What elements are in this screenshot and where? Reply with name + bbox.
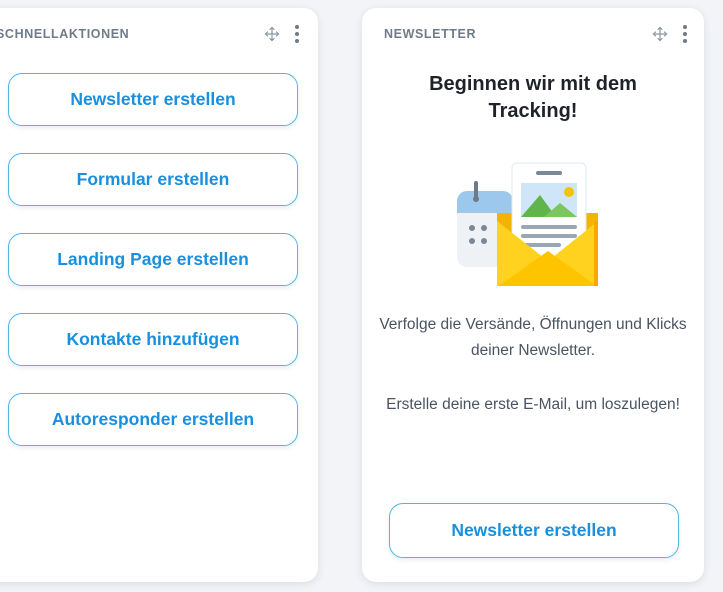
more-vertical-icon[interactable]: [294, 24, 300, 44]
newsletter-card-tools: [652, 24, 688, 44]
newsletter-description: Verfolge die Versände, Öffnungen und Kli…: [379, 316, 687, 359]
quick-actions-list: Newsletter erstellen Formular erstellen …: [8, 73, 298, 473]
more-vertical-icon[interactable]: [682, 24, 688, 44]
newsletter-headline: Beginnen wir mit dem Tracking!: [429, 73, 637, 122]
quick-actions-tools: [264, 24, 300, 44]
newsletter-card: Newsletter Beginnen wir mit dem: [362, 8, 704, 582]
newsletter-create-button[interactable]: Newsletter erstellen: [389, 503, 679, 558]
create-autoresponder-button[interactable]: Autoresponder erstellen: [8, 393, 298, 446]
move-icon[interactable]: [652, 26, 668, 42]
create-landing-page-button[interactable]: Landing Page erstellen: [8, 233, 298, 286]
quick-actions-title: Schnellaktionen: [0, 27, 130, 41]
move-icon[interactable]: [264, 26, 280, 42]
create-newsletter-button[interactable]: Newsletter erstellen: [8, 73, 298, 126]
quick-actions-card: Schnellaktionen Newsletter: [0, 8, 318, 582]
create-form-button[interactable]: Formular erstellen: [8, 153, 298, 206]
newsletter-call-to-action-text: Erstelle deine erste E-Mail, um loszuleg…: [386, 396, 680, 413]
envelope-calendar-illustration-icon: [452, 151, 612, 287]
add-contacts-button[interactable]: Kontakte hinzufügen: [8, 313, 298, 366]
newsletter-card-title: Newsletter: [384, 27, 477, 41]
